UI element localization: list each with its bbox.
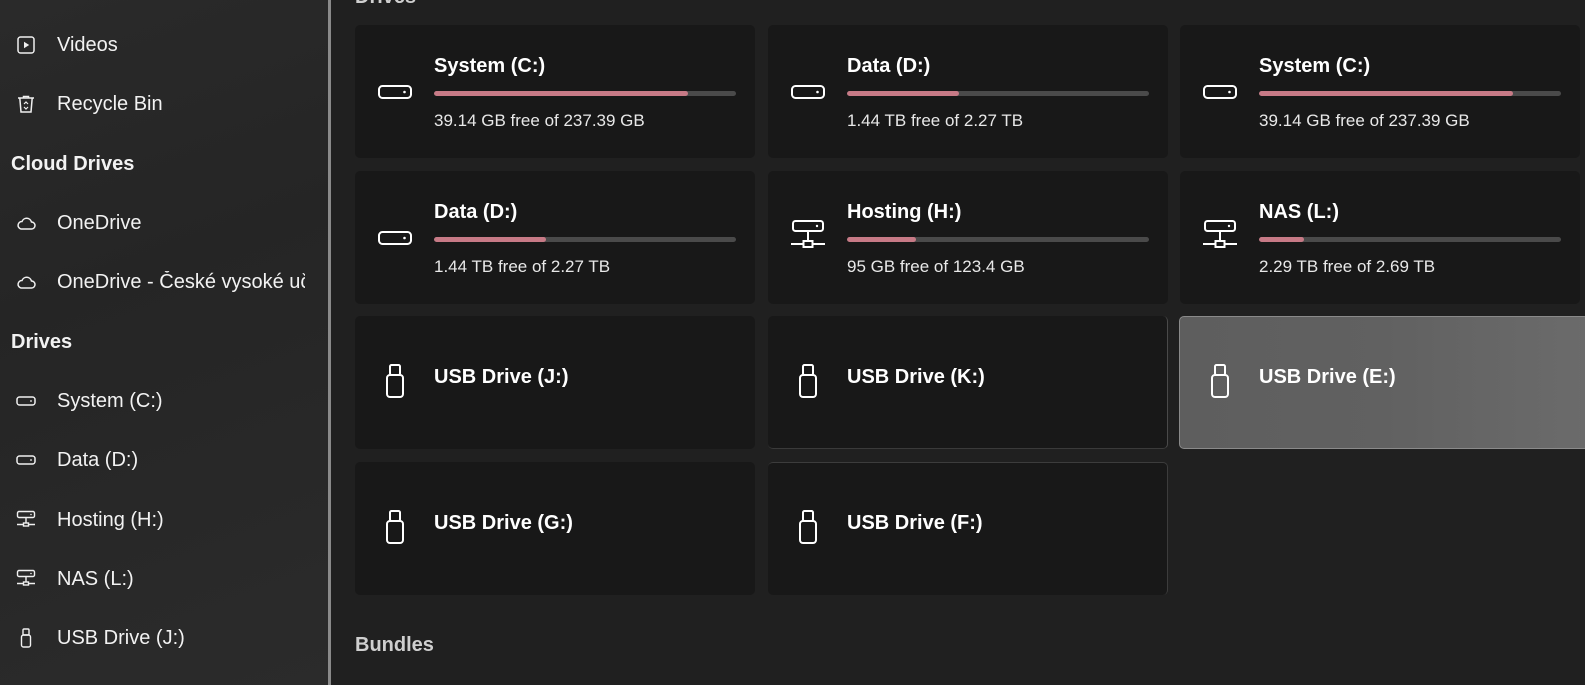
video-icon bbox=[15, 34, 37, 56]
drives-header: Drives bbox=[11, 331, 73, 353]
sidebar-item-label: System (C:) bbox=[57, 390, 163, 412]
drive-card-data-d[interactable]: Data (D:) 1.44 TB free of 2.27 TB bbox=[768, 25, 1168, 158]
drive-name: USB Drive (G:) bbox=[434, 512, 573, 534]
drive-icon bbox=[1200, 72, 1240, 112]
sidebar-item-data-d[interactable]: Data (D:) bbox=[0, 440, 320, 480]
drive-card-usb-e[interactable]: USB Drive (E:) bbox=[1179, 316, 1585, 449]
recycle-bin-icon bbox=[15, 93, 37, 115]
sidebar-item-nas-l[interactable]: NAS (L:) bbox=[0, 559, 320, 599]
sidebar-item-recycle-bin[interactable]: Recycle Bin bbox=[0, 84, 320, 124]
usage-bar bbox=[434, 237, 736, 242]
sidebar-item-label: OneDrive - České vysoké uč bbox=[57, 271, 305, 293]
sidebar-item-label: Data (D:) bbox=[57, 449, 139, 471]
cloud-drives-header: Cloud Drives bbox=[11, 153, 135, 175]
sidebar-item-label: Recycle Bin bbox=[57, 93, 163, 115]
usb-icon bbox=[788, 508, 828, 548]
drive-card-usb-j[interactable]: USB Drive (J:) bbox=[355, 316, 755, 449]
free-space-text: 39.14 GB free of 237.39 GB bbox=[1259, 111, 1470, 130]
drive-card-hosting-h[interactable]: Hosting (H:) 95 GB free of 123.4 GB bbox=[768, 171, 1168, 304]
usage-bar-fill bbox=[1259, 91, 1513, 96]
sidebar-item-onedrive-cvut[interactable]: OneDrive - České vysoké uč bbox=[0, 262, 320, 302]
sidebar: Videos Recycle Bin Cloud Drives OneDrive… bbox=[0, 0, 328, 685]
usage-bar bbox=[847, 237, 1149, 242]
sidebar-item-usb-j[interactable]: USB Drive (J:) bbox=[0, 618, 320, 658]
sidebar-item-label: Videos bbox=[57, 34, 118, 56]
usb-icon bbox=[1200, 362, 1240, 402]
sidebar-item-label: OneDrive bbox=[57, 212, 142, 234]
drive-card-usb-f[interactable]: USB Drive (F:) bbox=[768, 462, 1168, 595]
drive-icon bbox=[788, 72, 828, 112]
drive-card-usb-k[interactable]: USB Drive (K:) bbox=[768, 316, 1168, 449]
drive-name: Data (D:) bbox=[434, 201, 518, 223]
cloud-icon bbox=[15, 212, 37, 234]
usage-bar bbox=[434, 91, 736, 96]
usage-bar-fill bbox=[847, 237, 917, 242]
drive-card-data-d-2[interactable]: Data (D:) 1.44 TB free of 2.27 TB bbox=[355, 171, 755, 304]
drive-icon bbox=[375, 218, 415, 258]
drive-card-nas-l[interactable]: NAS (L:) 2.29 TB free of 2.69 TB bbox=[1180, 171, 1580, 304]
drive-name: USB Drive (E:) bbox=[1259, 366, 1396, 388]
usb-icon bbox=[375, 508, 415, 548]
usage-bar bbox=[847, 91, 1149, 96]
sidebar-item-label: NAS (L:) bbox=[57, 568, 134, 590]
network-drive-icon bbox=[788, 216, 828, 256]
drives-section-title: Drives bbox=[355, 0, 416, 9]
bundles-section-title: Bundles bbox=[355, 634, 434, 656]
drive-name: USB Drive (K:) bbox=[847, 366, 985, 388]
usage-bar-fill bbox=[1259, 237, 1305, 242]
network-drive-icon bbox=[1200, 216, 1240, 256]
drive-icon bbox=[15, 390, 37, 412]
free-space-text: 39.14 GB free of 237.39 GB bbox=[434, 111, 645, 130]
drive-name: Data (D:) bbox=[847, 55, 931, 77]
usb-icon bbox=[788, 362, 828, 402]
network-drive-icon bbox=[15, 509, 37, 531]
free-space-text: 1.44 TB free of 2.27 TB bbox=[847, 111, 1024, 130]
cloud-icon bbox=[15, 271, 37, 293]
free-space-text: 1.44 TB free of 2.27 TB bbox=[434, 257, 611, 276]
drive-card-usb-g[interactable]: USB Drive (G:) bbox=[355, 462, 755, 595]
drive-name: USB Drive (F:) bbox=[847, 512, 983, 534]
network-drive-icon bbox=[15, 568, 37, 590]
drive-card-system-c[interactable]: System (C:) 39.14 GB free of 237.39 GB bbox=[355, 25, 755, 158]
drive-name: USB Drive (J:) bbox=[434, 366, 569, 388]
usb-icon bbox=[375, 362, 415, 402]
free-space-text: 95 GB free of 123.4 GB bbox=[847, 257, 1025, 276]
drive-card-system-c-2[interactable]: System (C:) 39.14 GB free of 237.39 GB bbox=[1180, 25, 1580, 158]
usage-bar-fill bbox=[847, 91, 959, 96]
usage-bar-fill bbox=[434, 237, 546, 242]
drive-name: Hosting (H:) bbox=[847, 201, 962, 223]
sidebar-item-label: Hosting (H:) bbox=[57, 509, 164, 531]
drive-name: System (C:) bbox=[1259, 55, 1371, 77]
usage-bar bbox=[1259, 91, 1561, 96]
drive-name: System (C:) bbox=[434, 55, 546, 77]
sidebar-item-label: USB Drive (J:) bbox=[57, 627, 185, 649]
drive-icon bbox=[15, 449, 37, 471]
drive-name: NAS (L:) bbox=[1259, 201, 1339, 223]
sidebar-item-hosting-h[interactable]: Hosting (H:) bbox=[0, 500, 320, 540]
usage-bar-fill bbox=[434, 91, 688, 96]
main-content: Drives System (C:) 39.14 GB free of 237.… bbox=[331, 0, 1585, 685]
sidebar-item-videos[interactable]: Videos bbox=[0, 25, 320, 65]
free-space-text: 2.29 TB free of 2.69 TB bbox=[1259, 257, 1436, 276]
drive-icon bbox=[375, 72, 415, 112]
files-app-window: Videos Recycle Bin Cloud Drives OneDrive… bbox=[0, 0, 1585, 685]
usage-bar bbox=[1259, 237, 1561, 242]
sidebar-item-system-c[interactable]: System (C:) bbox=[0, 381, 320, 421]
sidebar-item-onedrive[interactable]: OneDrive bbox=[0, 203, 320, 243]
usb-icon bbox=[15, 627, 37, 649]
